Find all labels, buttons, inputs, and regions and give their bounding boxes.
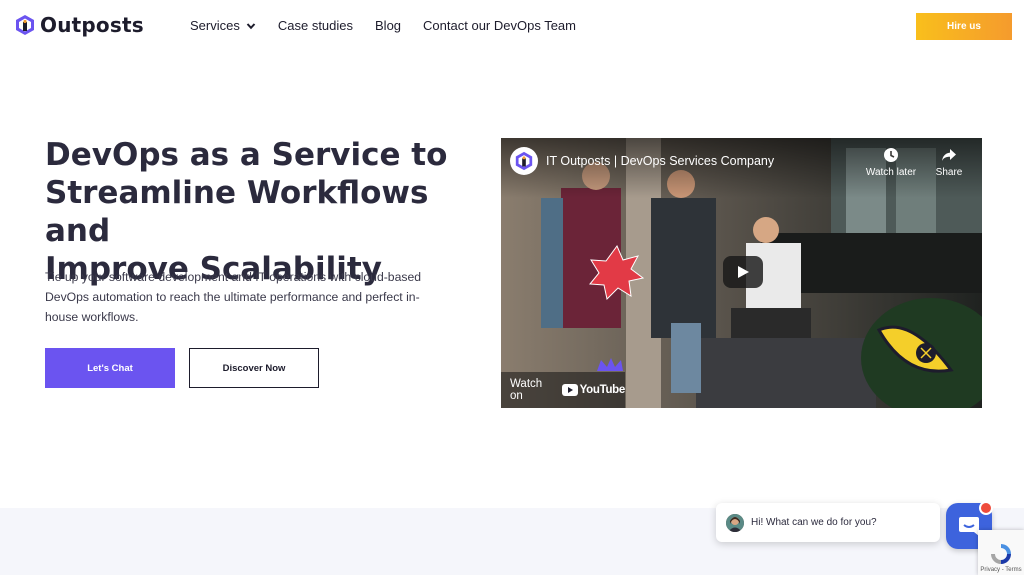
- logo[interactable]: Outposts: [14, 13, 144, 37]
- share-button[interactable]: Share: [929, 147, 969, 178]
- youtube-label: YouTube: [579, 384, 626, 396]
- video-embed[interactable]: IT Outposts | DevOps Services Company Wa…: [501, 138, 982, 408]
- hero-title-line: DevOps as a Service to: [45, 137, 448, 173]
- hero-title: DevOps as a Service to Streamline Workfl…: [45, 136, 485, 288]
- avatar: [726, 513, 744, 532]
- nav-item-services[interactable]: Services: [190, 18, 256, 33]
- chevron-down-icon: [246, 22, 256, 29]
- nav-item-label: Services: [190, 18, 240, 33]
- watch-later-button[interactable]: Watch later: [863, 147, 919, 178]
- nav-item-contact[interactable]: Contact our DevOps Team: [423, 18, 576, 33]
- agent-avatar-icon: [726, 513, 744, 532]
- play-button[interactable]: [723, 256, 763, 288]
- hire-us-button[interactable]: Hire us: [916, 13, 1012, 40]
- watch-on-youtube[interactable]: Watch on YouTube: [501, 372, 625, 408]
- recaptcha-badge[interactable]: Privacy - Terms: [978, 530, 1024, 575]
- main-nav: Services Case studies Blog Contact our D…: [190, 18, 598, 33]
- discover-now-button[interactable]: Discover Now: [189, 348, 319, 388]
- recaptcha-icon: [991, 544, 1011, 564]
- video-title[interactable]: IT Outposts | DevOps Services Company: [546, 154, 774, 168]
- clock-icon: [884, 148, 898, 162]
- nav-item-label: Contact our DevOps Team: [423, 18, 576, 33]
- outposts-logo-icon: [515, 151, 533, 171]
- play-icon: [738, 266, 749, 278]
- chat-greeting-bubble[interactable]: Hi! What can we do for you?: [716, 503, 940, 542]
- nav-item-blog[interactable]: Blog: [375, 18, 401, 33]
- share-arrow-icon: [942, 149, 956, 161]
- nav-item-label: Blog: [375, 18, 402, 33]
- hero-description: Tie up your software development and IT …: [45, 270, 421, 324]
- youtube-wordmark: YouTube: [561, 384, 626, 396]
- outposts-logo-icon: [16, 15, 34, 35]
- channel-avatar[interactable]: [510, 147, 538, 175]
- notification-badge: [979, 501, 993, 515]
- nav-item-case-studies[interactable]: Case studies: [278, 18, 353, 33]
- lets-chat-button[interactable]: Let's Chat: [45, 348, 175, 388]
- hero-title-line: Streamline Workflows and: [45, 175, 429, 249]
- chat-greeting-text: Hi! What can we do for you?: [751, 517, 877, 528]
- watch-on-label: Watch on: [510, 378, 543, 402]
- nav-item-label: Case studies: [277, 18, 354, 33]
- share-label: Share: [935, 167, 963, 178]
- logo-text: Outposts: [40, 13, 144, 37]
- watch-later-label: Watch later: [865, 167, 917, 178]
- youtube-logo-icon: [561, 384, 578, 396]
- recaptcha-label: Privacy - Terms: [980, 567, 1022, 573]
- site-header: Outposts Services Case studies Blog Cont…: [0, 0, 1024, 52]
